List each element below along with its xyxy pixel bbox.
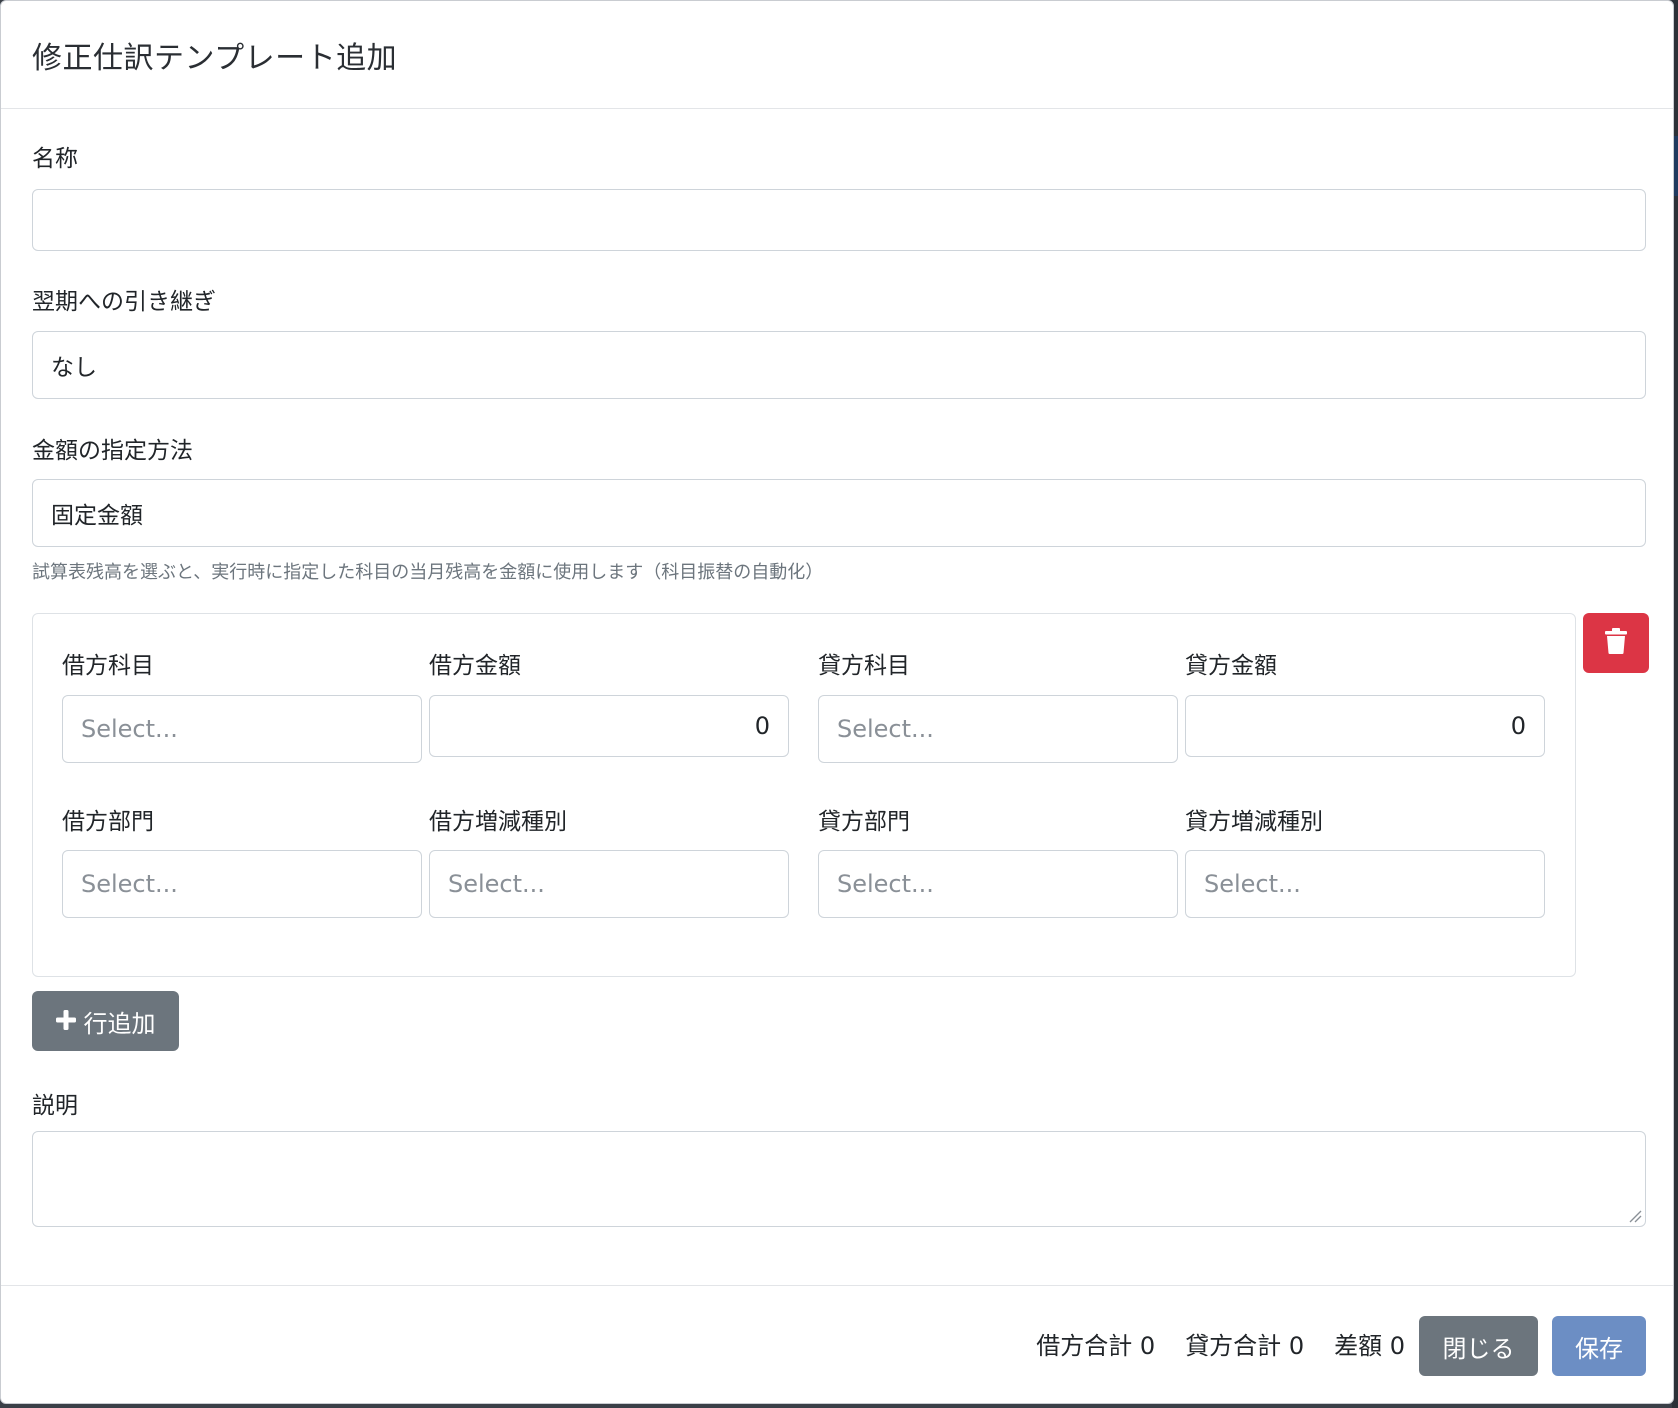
credit-total: 貸方合計 0 <box>1185 1332 1305 1360</box>
debit-department-select[interactable]: Select... <box>62 850 422 918</box>
debit-total: 借方合計 0 <box>1036 1332 1156 1360</box>
debit-account-select[interactable]: Select... <box>62 695 422 763</box>
template-modal: 修正仕訳テンプレート追加 名称 翌期への引き継ぎ なし 金額の指定方法 固定金額… <box>0 0 1674 1404</box>
delete-line-button[interactable] <box>1583 613 1649 673</box>
credit-change-type-select[interactable]: Select... <box>1185 850 1545 918</box>
resize-grip-icon[interactable] <box>1628 1209 1642 1223</box>
difference-total: 差額 0 <box>1334 1332 1405 1360</box>
credit-account-select[interactable]: Select... <box>818 695 1178 763</box>
close-button[interactable]: 閉じる <box>1419 1316 1538 1376</box>
modal-header: 修正仕訳テンプレート追加 <box>1 1 1673 109</box>
totals-summary: 借方合計 0 貸方合計 0 差額 0 <box>1036 1326 1405 1361</box>
debit-amount-input[interactable]: 0 <box>429 695 789 757</box>
journal-line-card: 借方科目 借方金額 貸方科目 貸方金額 Select... 0 Select..… <box>32 613 1576 977</box>
description-label: 説明 <box>32 1093 78 1119</box>
plus-icon <box>55 1006 76 1036</box>
add-row-button[interactable]: 行追加 <box>32 991 179 1051</box>
amount-method-label: 金額の指定方法 <box>32 438 193 464</box>
trash-icon <box>1605 628 1627 658</box>
description-textarea[interactable] <box>32 1131 1646 1227</box>
debit-change-type-label: 借方増減種別 <box>429 809 567 835</box>
credit-change-type-label: 貸方増減種別 <box>1185 809 1323 835</box>
carryover-label: 翌期への引き継ぎ <box>32 289 216 315</box>
credit-department-label: 貸方部門 <box>818 809 910 835</box>
modal-footer: 借方合計 0 貸方合計 0 差額 0 閉じる 保存 <box>1 1285 1673 1403</box>
amount-method-select[interactable]: 固定金額 <box>32 479 1646 547</box>
debit-account-label: 借方科目 <box>62 653 154 679</box>
save-button[interactable]: 保存 <box>1552 1316 1646 1376</box>
amount-method-hint: 試算表残高を選ぶと、実行時に指定した科目の当月残高を金額に使用します（科目振替の… <box>32 562 824 583</box>
name-label: 名称 <box>32 146 78 172</box>
credit-amount-input[interactable]: 0 <box>1185 695 1545 757</box>
debit-department-label: 借方部門 <box>62 809 154 835</box>
debit-amount-label: 借方金額 <box>429 653 521 679</box>
credit-department-select[interactable]: Select... <box>818 850 1178 918</box>
credit-amount-label: 貸方金額 <box>1185 653 1277 679</box>
carryover-select[interactable]: なし <box>32 331 1646 399</box>
modal-title: 修正仕訳テンプレート追加 <box>32 40 398 76</box>
name-input[interactable] <box>32 189 1646 251</box>
debit-change-type-select[interactable]: Select... <box>429 850 789 918</box>
credit-account-label: 貸方科目 <box>818 653 910 679</box>
add-row-label: 行追加 <box>83 1009 156 1038</box>
